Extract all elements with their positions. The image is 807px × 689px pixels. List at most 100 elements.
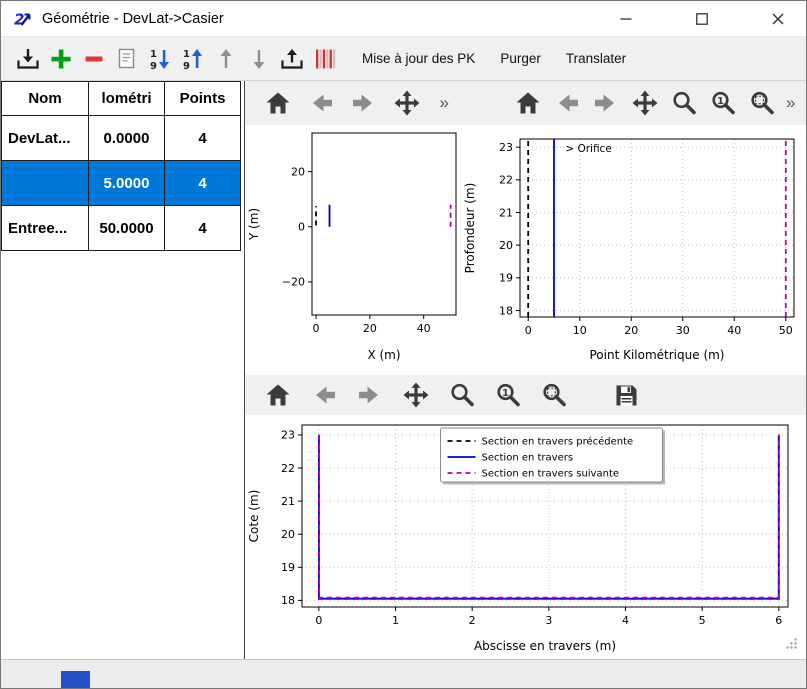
minus-icon xyxy=(81,46,107,72)
svg-text:40: 40 xyxy=(727,324,741,337)
purger-button[interactable]: Purger xyxy=(491,47,550,70)
table-row-selected[interactable]: 5.0000 4 xyxy=(2,161,241,206)
nav-zoom-button[interactable] xyxy=(669,88,699,118)
nav-forward-button[interactable] xyxy=(349,88,379,118)
cell-points[interactable]: 4 xyxy=(165,116,241,161)
nav-back-button[interactable] xyxy=(306,88,336,118)
nav-zoom-1to1-button[interactable] xyxy=(708,88,738,118)
import-button[interactable] xyxy=(15,46,41,72)
status-bar xyxy=(1,659,806,688)
close-button[interactable] xyxy=(753,1,803,36)
document-icon xyxy=(114,46,140,72)
nav-forward-button[interactable] xyxy=(355,380,385,410)
nav-pan-button[interactable] xyxy=(630,88,660,118)
geometry-window: Géométrie - DevLat->Casier Mise à jour d… xyxy=(0,0,807,689)
magnifier-select-icon xyxy=(748,89,776,117)
nav-save-button[interactable] xyxy=(611,380,641,410)
svg-text:20: 20 xyxy=(281,528,295,541)
toolbar-overflow-button[interactable]: » xyxy=(440,93,453,113)
cell-points[interactable]: 4 xyxy=(165,161,241,206)
magnifier-icon xyxy=(670,89,698,117)
svg-text:Cote (m): Cote (m) xyxy=(247,490,261,543)
nav-home-button[interactable] xyxy=(263,380,293,410)
table-header-row: Nom lométri Points xyxy=(2,82,241,116)
forward-arrow-icon xyxy=(350,89,378,117)
move-up-button[interactable] xyxy=(213,46,239,72)
plan-view-chart[interactable]: 02040−20020X (m)Y (m) xyxy=(245,125,461,367)
stripes-icon xyxy=(312,46,338,72)
sort-descending-button[interactable] xyxy=(147,46,173,72)
export-button[interactable] xyxy=(279,46,305,72)
back-arrow-icon xyxy=(553,89,581,117)
cross-section-chart[interactable]: 0123456181920212223Abscisse en travers (… xyxy=(245,415,800,658)
svg-text:22: 22 xyxy=(281,462,295,475)
translater-button[interactable]: Translater xyxy=(557,47,635,70)
plots-area: » 02040−20020X (m)Y (m) » xyxy=(245,81,807,659)
edit-button[interactable] xyxy=(114,46,140,72)
cell-pk[interactable]: 50.0000 xyxy=(89,206,165,251)
cross-section-nav-toolbar xyxy=(245,375,807,415)
add-button[interactable] xyxy=(48,46,74,72)
sort-ascending-icon xyxy=(180,46,206,72)
nav-back-button[interactable] xyxy=(552,88,582,118)
resize-grip-icon xyxy=(785,637,798,650)
move-down-button[interactable] xyxy=(246,46,272,72)
svg-text:> Orifice: > Orifice xyxy=(565,143,611,155)
home-icon xyxy=(264,89,292,117)
nav-forward-button[interactable] xyxy=(591,88,621,118)
nav-home-button[interactable] xyxy=(263,88,293,118)
main-toolbar: Mise à jour des PK Purger Translater xyxy=(1,37,806,81)
resize-grip[interactable] xyxy=(785,637,798,655)
nav-back-button[interactable] xyxy=(309,380,339,410)
arrow-up-icon xyxy=(213,46,239,72)
svg-text:2: 2 xyxy=(469,614,476,627)
svg-text:10: 10 xyxy=(573,324,587,337)
nav-pan-button[interactable] xyxy=(392,88,422,118)
app-logo-icon xyxy=(13,9,33,29)
sort-descending-icon xyxy=(147,46,173,72)
cell-points[interactable]: 4 xyxy=(165,206,241,251)
column-header-nom[interactable]: Nom xyxy=(2,82,89,116)
magnifier-icon xyxy=(448,381,476,409)
remove-button[interactable] xyxy=(81,46,107,72)
nav-home-button[interactable] xyxy=(513,88,543,118)
svg-text:0: 0 xyxy=(313,322,320,335)
sections-stripes-button[interactable] xyxy=(312,46,338,72)
forward-arrow-icon xyxy=(356,381,384,409)
svg-text:Section en travers suivante: Section en travers suivante xyxy=(482,469,620,480)
sections-table: Nom lométri Points DevLat... 0.0000 4 5.… xyxy=(1,81,241,251)
svg-text:1: 1 xyxy=(392,614,399,627)
table-row[interactable]: Entree... 50.0000 4 xyxy=(2,206,241,251)
cell-nom[interactable]: Entree... xyxy=(2,206,89,251)
import-icon xyxy=(15,46,41,72)
plus-icon xyxy=(48,46,74,72)
taskbar-app-icon[interactable] xyxy=(61,671,90,688)
svg-text:3: 3 xyxy=(545,614,552,627)
title-bar[interactable]: Géométrie - DevLat->Casier xyxy=(1,1,806,37)
table-row[interactable]: DevLat... 0.0000 4 xyxy=(2,116,241,161)
column-header-kilometrique[interactable]: lométri xyxy=(89,82,165,116)
cell-nom[interactable] xyxy=(2,161,89,206)
cell-pk[interactable]: 5.0000 xyxy=(89,161,165,206)
nav-zoom-1to1-button[interactable] xyxy=(493,380,523,410)
svg-text:22: 22 xyxy=(499,174,513,187)
nav-pan-button[interactable] xyxy=(401,380,431,410)
nav-zoom-button[interactable] xyxy=(447,380,477,410)
nav-zoom-select-button[interactable] xyxy=(747,88,777,118)
svg-text:Y (m): Y (m) xyxy=(247,208,261,241)
minimize-button[interactable] xyxy=(601,1,651,36)
sort-ascending-button[interactable] xyxy=(180,46,206,72)
close-icon xyxy=(772,13,784,25)
svg-text:5: 5 xyxy=(699,614,706,627)
cell-nom[interactable]: DevLat... xyxy=(2,116,89,161)
toolbar-overflow-button[interactable]: » xyxy=(786,93,799,113)
update-pk-button[interactable]: Mise à jour des PK xyxy=(353,47,484,70)
maximize-button[interactable] xyxy=(677,1,727,36)
pan-icon xyxy=(631,89,659,117)
svg-text:18: 18 xyxy=(499,304,513,317)
column-header-points[interactable]: Points xyxy=(165,82,241,116)
nav-zoom-select-button[interactable] xyxy=(539,380,569,410)
pan-icon xyxy=(393,89,421,117)
profile-chart[interactable]: 01020304050181920212223Point Kilométriqu… xyxy=(461,125,806,367)
cell-pk[interactable]: 0.0000 xyxy=(89,116,165,161)
